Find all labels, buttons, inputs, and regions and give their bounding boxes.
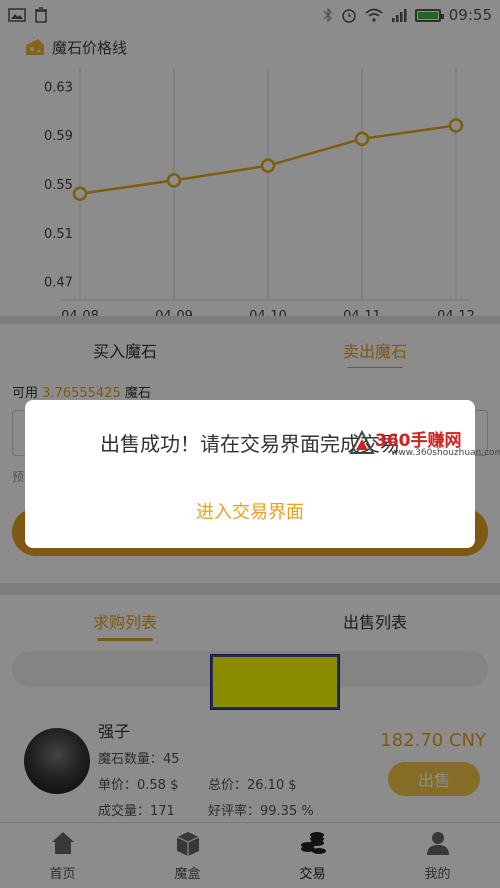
enter-trade-button[interactable]: 进入交易界面 [25,498,475,524]
watermark-logo [349,430,375,454]
watermark: 360手赚网 www.360shouzhuan.com [345,424,500,464]
success-dialog: 出售成功！请在交易界面完成交易 进入交易界面 [25,400,475,548]
